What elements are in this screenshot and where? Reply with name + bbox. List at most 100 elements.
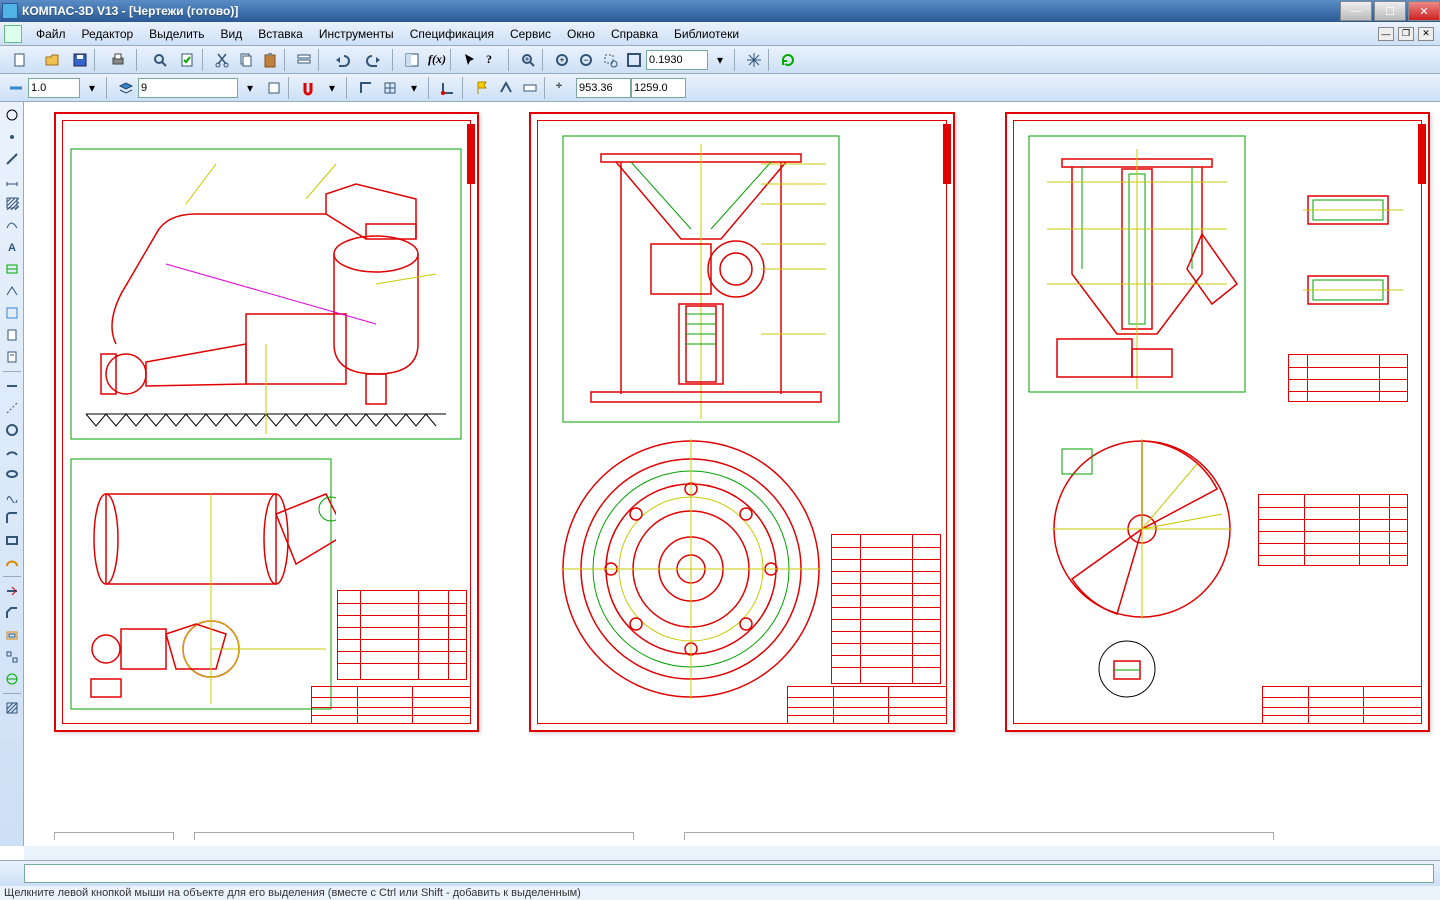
- ortho-button[interactable]: [355, 77, 377, 99]
- check-button[interactable]: [177, 49, 199, 71]
- status-bar: Щелкните левой кнопкой мыши на объекте д…: [0, 886, 1440, 900]
- redo-button[interactable]: [359, 49, 389, 71]
- menu-file[interactable]: Файл: [28, 24, 74, 44]
- offset-tool[interactable]: [2, 625, 22, 645]
- menu-libs[interactable]: Библиотеки: [666, 24, 747, 44]
- sheet-edge-1: [54, 832, 174, 840]
- menu-editor[interactable]: Редактор: [74, 24, 142, 44]
- maximize-button[interactable]: ☐: [1374, 1, 1406, 21]
- roughness-button[interactable]: [495, 77, 517, 99]
- fillet-tool[interactable]: [2, 508, 22, 528]
- zoom-frame-button[interactable]: [517, 49, 539, 71]
- properties-button[interactable]: [293, 49, 315, 71]
- menu-window[interactable]: Окно: [559, 24, 603, 44]
- grid-button[interactable]: [379, 77, 401, 99]
- view-tool[interactable]: [2, 303, 22, 323]
- window-controls: — ☐ ✕: [1338, 1, 1440, 21]
- ellipse-tool[interactable]: [2, 464, 22, 484]
- zoom-fit-button[interactable]: [623, 49, 645, 71]
- layer-icon[interactable]: [115, 77, 137, 99]
- trim-tool[interactable]: [2, 581, 22, 601]
- paste-button[interactable]: [259, 49, 281, 71]
- menu-view[interactable]: Вид: [213, 24, 251, 44]
- sheet3-table-2: [1258, 494, 1408, 566]
- zoom-out-button[interactable]: −: [575, 49, 597, 71]
- copy-button[interactable]: [235, 49, 257, 71]
- snap-button[interactable]: [297, 77, 319, 99]
- zoom-in-button[interactable]: +: [551, 49, 573, 71]
- menu-spec[interactable]: Спецификация: [402, 24, 502, 44]
- zoom-input[interactable]: [646, 50, 708, 70]
- snap-settings-button[interactable]: ▾: [321, 77, 343, 99]
- cut-button[interactable]: [211, 49, 233, 71]
- text-tool[interactable]: A: [2, 237, 22, 257]
- mdi-doc-icon[interactable]: [4, 25, 22, 43]
- rect-tool[interactable]: [2, 530, 22, 550]
- mdi-close-button[interactable]: ✕: [1418, 27, 1434, 41]
- report-tool[interactable]: [2, 347, 22, 367]
- new-button[interactable]: [5, 49, 35, 71]
- dim-tool[interactable]: [2, 171, 22, 191]
- layer-manager-button[interactable]: [263, 77, 285, 99]
- sheet2-title-block: [787, 686, 947, 724]
- layer-input[interactable]: [138, 78, 238, 98]
- message-box[interactable]: [24, 864, 1434, 883]
- grid-settings-button[interactable]: ▾: [403, 77, 425, 99]
- local-cs-button[interactable]: [437, 77, 459, 99]
- pointer-button[interactable]: [459, 49, 481, 71]
- menu-tools[interactable]: Инструменты: [311, 24, 402, 44]
- close-button[interactable]: ✕: [1408, 1, 1440, 21]
- open-button[interactable]: [37, 49, 67, 71]
- manager-button[interactable]: [401, 49, 423, 71]
- line-tool[interactable]: [2, 149, 22, 169]
- help-pointer-button[interactable]: ?: [483, 49, 505, 71]
- polygon-tool[interactable]: [2, 552, 22, 572]
- roughness-tool[interactable]: [2, 281, 22, 301]
- project-tool[interactable]: [2, 669, 22, 689]
- arc-tool[interactable]: [2, 442, 22, 462]
- print-button[interactable]: [103, 49, 133, 71]
- drawing-canvas[interactable]: [24, 102, 1440, 846]
- sheet3-table-1: [1288, 354, 1408, 402]
- menu-select[interactable]: Выделить: [141, 24, 212, 44]
- zoom-dropdown-button[interactable]: ▾: [709, 49, 731, 71]
- spline-tool[interactable]: [2, 215, 22, 235]
- point-tool[interactable]: [2, 127, 22, 147]
- pan-button[interactable]: [743, 49, 765, 71]
- refresh-button[interactable]: [777, 49, 799, 71]
- sheet1-side-view: [66, 454, 336, 714]
- menu-help[interactable]: Справка: [603, 24, 666, 44]
- zoom-select-button[interactable]: [599, 49, 621, 71]
- hatch-fill-tool[interactable]: [2, 698, 22, 718]
- circle-tool[interactable]: [2, 420, 22, 440]
- minimize-button[interactable]: —: [1340, 1, 1372, 21]
- sheet3-title-block: [1262, 686, 1422, 724]
- line-width-dropdown[interactable]: ▾: [81, 77, 103, 99]
- save-button[interactable]: [69, 49, 91, 71]
- mdi-restore-button[interactable]: ❐: [1398, 27, 1414, 41]
- variables-button[interactable]: f(x): [425, 49, 447, 71]
- aux-line-tool[interactable]: [2, 398, 22, 418]
- table-tool[interactable]: [2, 259, 22, 279]
- hatch-tool[interactable]: [2, 193, 22, 213]
- sheet1-main-view: [66, 144, 466, 444]
- undo-button[interactable]: [327, 49, 357, 71]
- bezier-tool[interactable]: [2, 486, 22, 506]
- linestyle-button[interactable]: [5, 77, 27, 99]
- coord-y-input[interactable]: [631, 78, 686, 98]
- edit-line-tool[interactable]: [2, 376, 22, 396]
- param-button[interactable]: [519, 77, 541, 99]
- flag-button[interactable]: [471, 77, 493, 99]
- preview-button[interactable]: [145, 49, 175, 71]
- line-width-input[interactable]: [28, 78, 80, 98]
- layer-dropdown[interactable]: ▾: [239, 77, 261, 99]
- collect-tool[interactable]: [2, 647, 22, 667]
- spec-tool[interactable]: [2, 325, 22, 345]
- menu-insert[interactable]: Вставка: [250, 24, 311, 44]
- sheet1-title-block: [311, 686, 471, 724]
- geometry-tool[interactable]: [2, 105, 22, 125]
- chamfer-tool[interactable]: [2, 603, 22, 623]
- menu-service[interactable]: Сервис: [502, 24, 559, 44]
- mdi-min-button[interactable]: —: [1378, 27, 1394, 41]
- coord-x-input[interactable]: [576, 78, 631, 98]
